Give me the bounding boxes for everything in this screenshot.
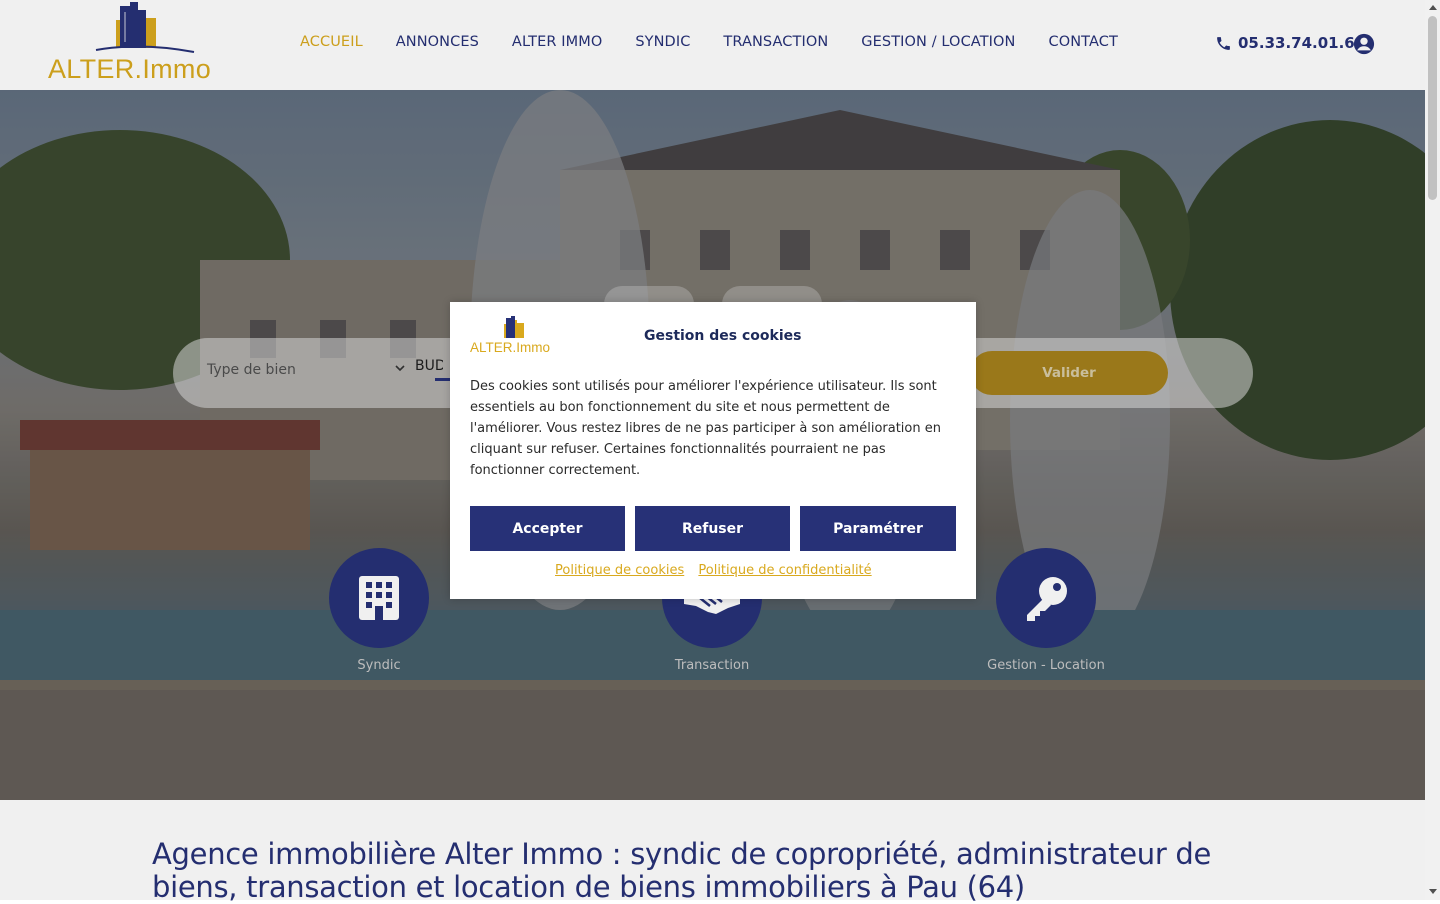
- modal-title: Gestion des cookies: [644, 328, 802, 344]
- cookie-consent-modal: ALTER.Immo Gestion des cookies Des cooki…: [450, 302, 976, 599]
- scroll-up-arrow-icon[interactable]: [1429, 5, 1437, 10]
- refuse-cookies-button[interactable]: Refuser: [635, 506, 790, 551]
- scrollbar-thumb[interactable]: [1428, 16, 1437, 200]
- modal-logo-text: ALTER.Immo: [470, 340, 551, 355]
- logo-buildings-icon: [504, 316, 524, 338]
- policy-links: Politique de cookies Politique de confid…: [555, 563, 882, 578]
- accept-cookies-button[interactable]: Accepter: [470, 506, 625, 551]
- cookie-settings-button[interactable]: Paramétrer: [800, 506, 956, 551]
- modal-description: Des cookies sont utilisés pour améliorer…: [470, 379, 941, 478]
- privacy-policy-link[interactable]: Politique de confidentialité: [698, 563, 871, 578]
- scroll-down-arrow-icon[interactable]: [1429, 889, 1437, 894]
- page-scrollbar[interactable]: [1425, 0, 1440, 900]
- cookie-policy-link[interactable]: Politique de cookies: [555, 563, 684, 578]
- modal-logo: ALTER.Immo: [470, 316, 550, 358]
